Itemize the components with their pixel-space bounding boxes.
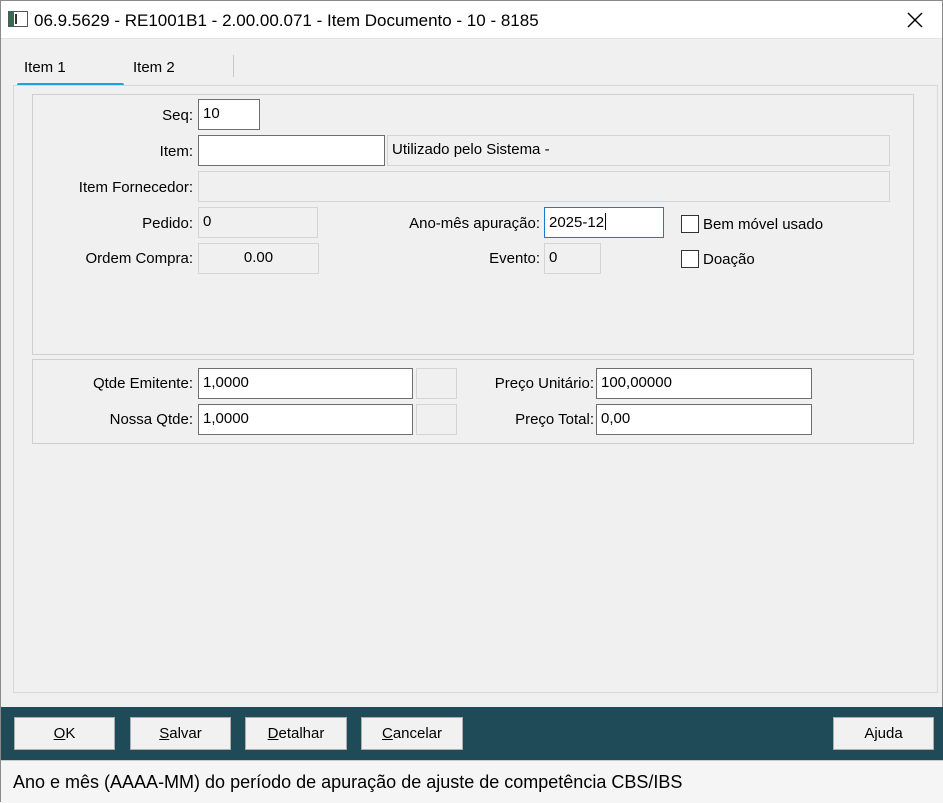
ok-button-label: K — [65, 725, 76, 742]
bem-movel-usado-box[interactable] — [681, 215, 699, 233]
tab-separator — [233, 55, 234, 77]
qtde-emitente-label: Qtde Emitente: — [92, 375, 193, 392]
salvar-button-label: alvar — [169, 725, 202, 742]
item-description-field: Utilizado pelo Sistema - — [387, 135, 890, 166]
ordem-compra-label: Ordem Compra: — [85, 250, 193, 267]
nossa-qtde-field[interactable]: 1,0000 — [198, 404, 413, 435]
detalhar-button-mnemonic: D — [267, 725, 279, 742]
item-fornecedor-label: Item Fornecedor: — [78, 179, 193, 196]
qtde-emitente-field[interactable]: 1,0000 — [198, 368, 413, 399]
detalhar-button[interactable]: Detalhar — [245, 717, 347, 750]
cancelar-button-label: ancelar — [392, 725, 443, 742]
evento-label: Evento: — [489, 250, 540, 267]
seq-field[interactable]: 10 — [198, 99, 260, 130]
doacao-box[interactable] — [681, 250, 699, 268]
cancelar-button-mnemonic: C — [381, 725, 393, 742]
status-text: Ano e mês (AAAA-MM) do período de apuraç… — [13, 772, 683, 792]
ajuda-button[interactable]: Ajuda — [833, 717, 934, 750]
item-fornecedor-field — [198, 171, 890, 202]
title-bar: 06.9.5629 - RE1001B1 - 2.00.00.071 - Ite… — [1, 1, 942, 39]
ano-mes-apuracao-field[interactable]: 2025-12 — [544, 207, 664, 238]
tab-item-2-label: Item 2 — [133, 59, 175, 76]
tab-content-panel: Seq: 10 Item: Utilizado pelo Sistema - I… — [13, 85, 938, 693]
bem-movel-usado-checkbox[interactable]: Bem móvel usado — [681, 215, 823, 233]
salvar-button-mnemonic: S — [159, 725, 170, 742]
ordem-compra-field: 0.00 — [198, 243, 319, 274]
item-field[interactable] — [198, 135, 385, 166]
pedido-field: 0 — [198, 207, 318, 238]
tab-item-2[interactable]: Item 2 — [133, 59, 233, 85]
button-bar: OK Salvar Detalhar Cancelar Ajuda — [1, 707, 943, 760]
preco-unitario-field[interactable]: 100,00000 — [596, 368, 812, 399]
window-title: 06.9.5629 - RE1001B1 - 2.00.00.071 - Ite… — [34, 11, 539, 30]
doacao-label: Doação — [703, 251, 755, 268]
salvar-button[interactable]: Salvar — [130, 717, 231, 750]
detalhar-button-label: etalhar — [278, 725, 325, 742]
preco-total-label: Preço Total: — [515, 411, 594, 428]
preco-total-field[interactable]: 0,00 — [596, 404, 812, 435]
tab-item-1[interactable]: Item 1 — [17, 59, 124, 87]
seq-label: Seq: — [162, 107, 193, 124]
evento-field: 0 — [544, 243, 601, 274]
ok-button[interactable]: OK — [14, 717, 115, 750]
cancelar-button[interactable]: Cancelar — [361, 717, 463, 750]
doacao-checkbox[interactable]: Doação — [681, 250, 755, 268]
ano-mes-apuracao-value: 2025-12 — [549, 214, 605, 231]
item-details-group: Seq: 10 Item: Utilizado pelo Sistema - I… — [32, 94, 914, 355]
pedido-label: Pedido: — [142, 215, 193, 232]
status-bar: Ano e mês (AAAA-MM) do período de apuraç… — [1, 760, 943, 803]
close-icon[interactable] — [902, 7, 928, 33]
item-label: Item: — [159, 143, 193, 160]
window: 06.9.5629 - RE1001B1 - 2.00.00.071 - Ite… — [0, 0, 943, 803]
nossa-qtde-label: Nossa Qtde: — [109, 411, 193, 428]
bem-movel-usado-label: Bem móvel usado — [703, 216, 824, 233]
preco-unitario-label: Preço Unitário: — [494, 375, 594, 392]
ok-button-mnemonic: O — [53, 725, 66, 742]
tab-strip: Item 1 Item 2 — [7, 45, 937, 87]
window-app-icon — [8, 11, 28, 27]
ano-mes-apuracao-label: Ano-mês apuração: — [409, 215, 540, 232]
quantity-price-group: Qtde Emitente: 1,0000 Preço Unitário: 10… — [32, 359, 914, 444]
tab-item-1-label: Item 1 — [24, 59, 66, 76]
text-caret — [605, 213, 607, 230]
